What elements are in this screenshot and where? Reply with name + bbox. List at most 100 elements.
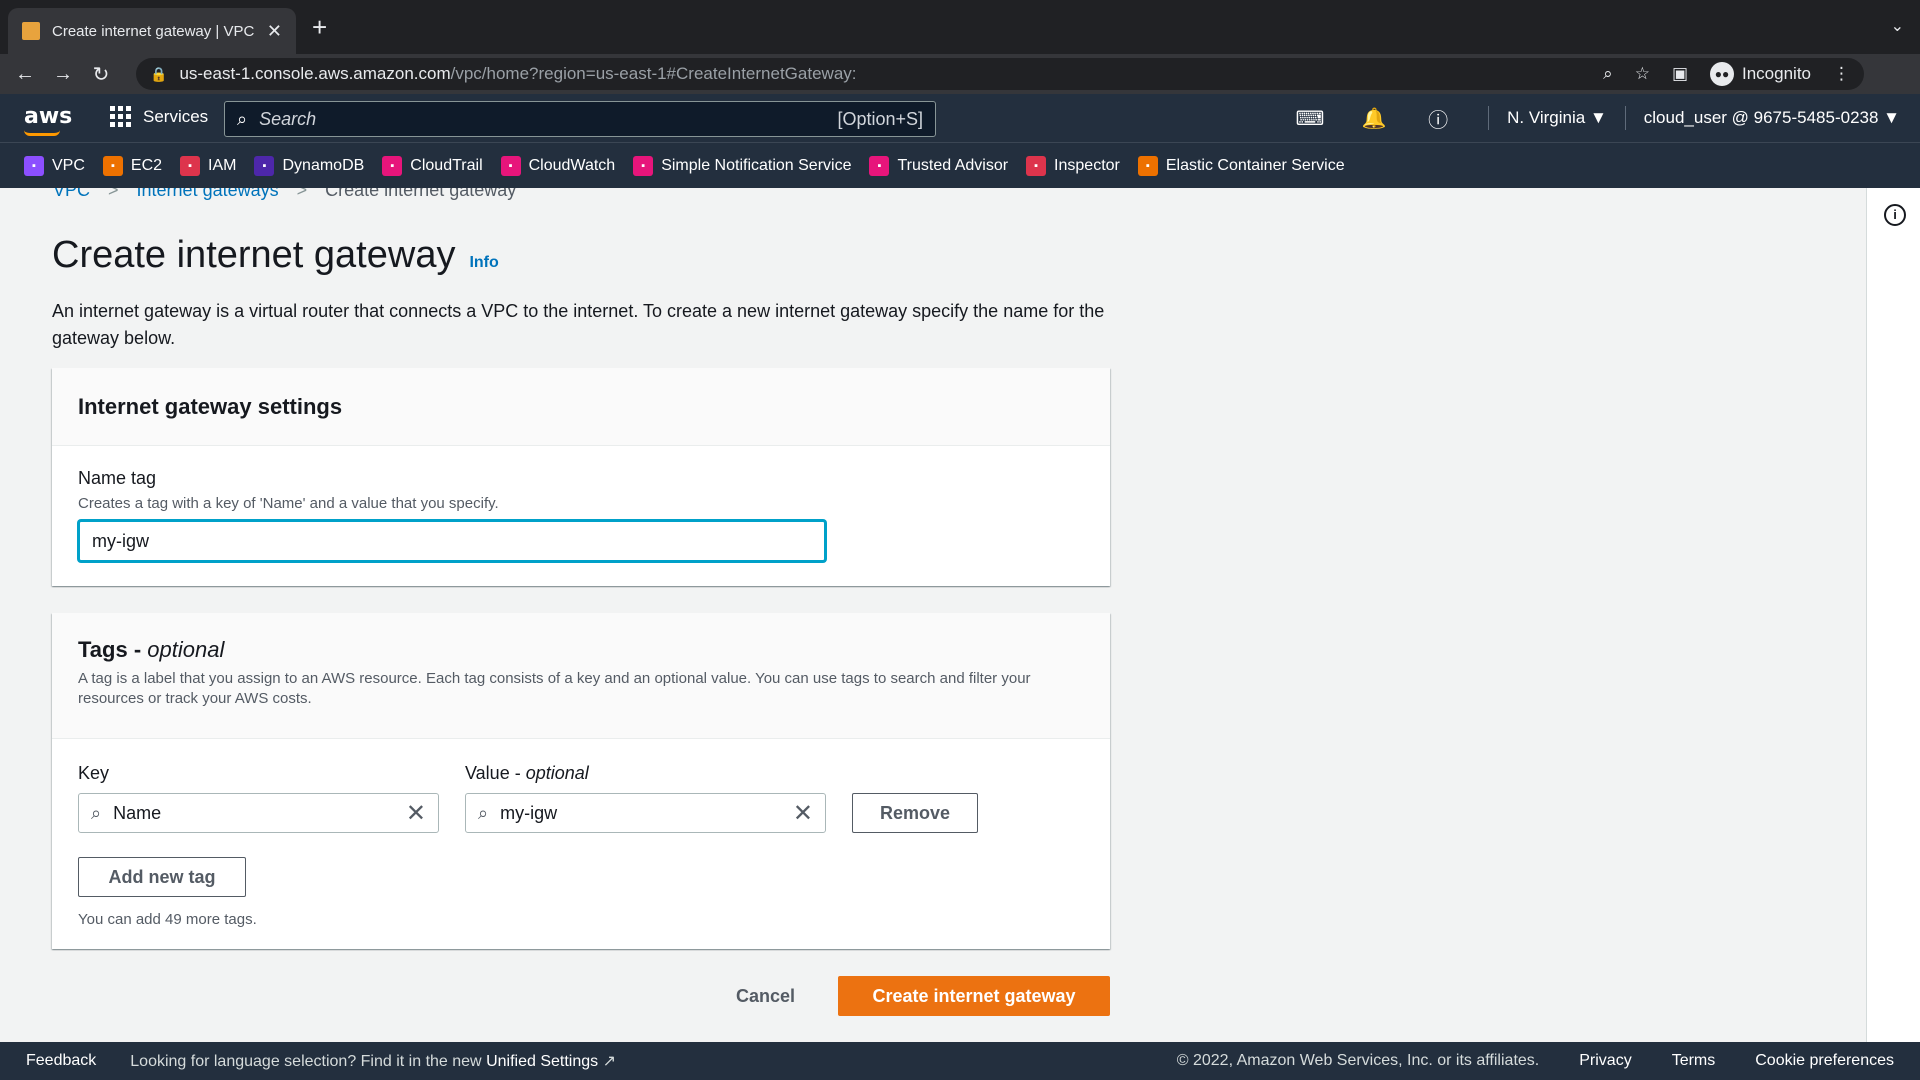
forward-icon[interactable]: → [44,63,82,86]
tags-heading: Tags - optional [78,637,225,662]
page-title: Create internet gateway [52,234,456,276]
cookie-preferences-link[interactable]: Cookie preferences [1755,1052,1894,1070]
favorite-simple-notification-service[interactable]: ▪ Simple Notification Service [633,155,852,176]
incognito-badge[interactable]: ●● Incognito [1710,62,1811,86]
search-icon: ⌕ [91,802,102,823]
help-icon[interactable]: ⓘ [1406,104,1470,133]
url-host: us-east-1.console.aws.amazon.com [179,64,451,83]
tag-key-input[interactable] [113,802,406,824]
settings-heading: Internet gateway settings [78,393,343,419]
favorite-cloudtrail[interactable]: ▪ CloudTrail [382,155,483,176]
favorites-bar: ▪ VPC ▪ EC2 ▪ IAM ▪ DynamoDB ▪ CloudTrail ▪ CloudWa… [0,142,1920,188]
tags-description: A tag is a label that you assign to an A… [78,670,1031,707]
feedback-link[interactable]: Feedback [26,1052,96,1070]
service-icon: ▪ [254,155,275,176]
breadcrumb-vpc[interactable]: VPC [53,188,90,201]
favorite-label: Simple Notification Service [661,156,852,174]
favorite-iam[interactable]: ▪ IAM [180,155,237,176]
bookmark-star-icon[interactable]: ☆ [1635,64,1650,84]
favorite-label: IAM [208,156,237,174]
tag-value-input[interactable] [500,802,793,824]
aws-favicon-icon [22,22,40,40]
account-menu[interactable]: cloud_user @ 9675-5485-0238 ▼ [1644,108,1900,128]
service-icon: ▪ [869,155,890,176]
search-shortcut: [Option+S] [837,108,923,129]
reload-icon[interactable]: ↻ [82,62,120,87]
favorite-inspector[interactable]: ▪ Inspector [1026,155,1120,176]
clear-value-icon[interactable]: ✕ [793,799,813,828]
breadcrumb-internet-gateways[interactable]: Internet gateways [137,188,279,201]
cloudshell-icon[interactable]: ⌨ [1278,106,1342,131]
service-icon: ▪ [1137,155,1158,176]
breadcrumb-separator: > [296,188,308,200]
clear-key-icon[interactable]: ✕ [406,799,426,828]
side-panel-icon[interactable]: ▣ [1672,64,1688,84]
breadcrumb-current: Create internet gateway [325,188,517,200]
name-tag-hint: Creates a tag with a key of 'Name' and a… [78,495,499,512]
service-icon: ▪ [500,155,521,176]
region-selector[interactable]: N. Virginia ▼ [1507,108,1607,128]
favorite-label: EC2 [130,156,163,174]
browser-menu-icon[interactable]: ⋮ [1833,64,1850,84]
service-icon: ▪ [24,155,44,176]
service-icon: ▪ [1026,155,1047,176]
favorite-label: Elastic Container Service [1165,156,1345,174]
notifications-bell-icon[interactable]: 🔔 [1342,106,1406,131]
new-tab-icon[interactable]: + [312,12,327,42]
incognito-label: Incognito [1742,64,1811,83]
browser-toolbar: ← → ↻ 🔒 us-east-1.console.aws.amazon.com… [0,54,1920,94]
favorite-vpc[interactable]: ▪ VPC [24,155,85,176]
favorite-label: Trusted Advisor [897,156,1009,174]
info-link[interactable]: Info [469,254,498,272]
search-input[interactable] [259,108,838,130]
unified-settings-link[interactable]: Unified Settings [486,1053,598,1070]
close-tab-icon[interactable]: ✕ [267,21,282,42]
copyright: © 2022, Amazon Web Services, Inc. or its… [1176,1052,1540,1069]
privacy-link[interactable]: Privacy [1579,1052,1631,1070]
name-tag-input[interactable] [78,520,826,562]
url-path: /vpc/home?region=us-east-1#CreateInterne… [450,64,857,83]
key-label: Key [78,763,110,783]
cancel-button[interactable]: Cancel [736,976,795,1016]
console-search[interactable]: ⌕ [Option+S] [224,101,936,137]
lock-icon: 🔒 [150,65,168,82]
favorite-trusted-advisor[interactable]: ▪ Trusted Advisor [869,155,1009,176]
tab-title: Create internet gateway | VPC [52,22,255,40]
add-new-tag-button[interactable]: Add new tag [78,857,246,897]
address-bar[interactable]: 🔒 us-east-1.console.aws.amazon.com/vpc/h… [136,58,1864,90]
aws-top-nav: aws Services ⌕ [Option+S] ⌨ 🔔 ⓘ N. Virgi… [0,94,1920,142]
service-icon: ▪ [633,155,654,176]
browser-tab-bar: Create internet gateway | VPC ✕ + ⌄ [0,0,1920,54]
tag-key-field[interactable]: ⌕ ✕ [78,793,439,833]
create-internet-gateway-button[interactable]: Create internet gateway [838,976,1110,1016]
favorite-ec2[interactable]: ▪ EC2 [102,155,163,176]
remove-tag-button[interactable]: Remove [852,793,978,833]
page-title-row: Create internet gateway Info [52,234,499,277]
language-notice: Looking for language selection? Find it … [130,1053,616,1070]
favorite-label: CloudTrail [410,156,483,174]
services-label: Services [143,106,209,126]
favorite-label: VPC [52,156,85,174]
favorite-label: Inspector [1054,156,1120,174]
console-footer: Feedback Looking for language selection?… [0,1042,1920,1080]
favorite-elastic-container-service[interactable]: ▪ Elastic Container Service [1137,155,1345,176]
favorite-label: DynamoDB [282,156,365,174]
service-icon: ▪ [102,155,123,176]
external-link-icon: ↗ [602,1053,616,1070]
terms-link[interactable]: Terms [1672,1052,1716,1070]
favorite-dynamodb[interactable]: ▪ DynamoDB [254,155,365,176]
search-icon: ⌕ [237,108,248,129]
tab-search-chevron-icon[interactable]: ⌄ [1891,16,1904,36]
tag-value-field[interactable]: ⌕ ✕ [465,793,826,833]
breadcrumb: VPC > Internet gateways > Create interne… [53,188,516,201]
tag-limit-text: You can add 49 more tags. [78,911,257,928]
name-tag-label: Name tag [78,468,157,488]
zoom-icon[interactable]: ⌕ [1603,64,1613,84]
favorite-cloudwatch[interactable]: ▪ CloudWatch [500,155,615,176]
back-icon[interactable]: ← [6,63,44,86]
browser-tab[interactable]: Create internet gateway | VPC ✕ [8,8,296,54]
info-panel-icon[interactable]: i [1884,204,1906,226]
aws-logo[interactable]: aws [24,104,72,136]
services-menu-button[interactable]: Services [110,106,208,127]
gateway-settings-panel: Internet gateway settings Name tag Creat… [52,368,1110,586]
